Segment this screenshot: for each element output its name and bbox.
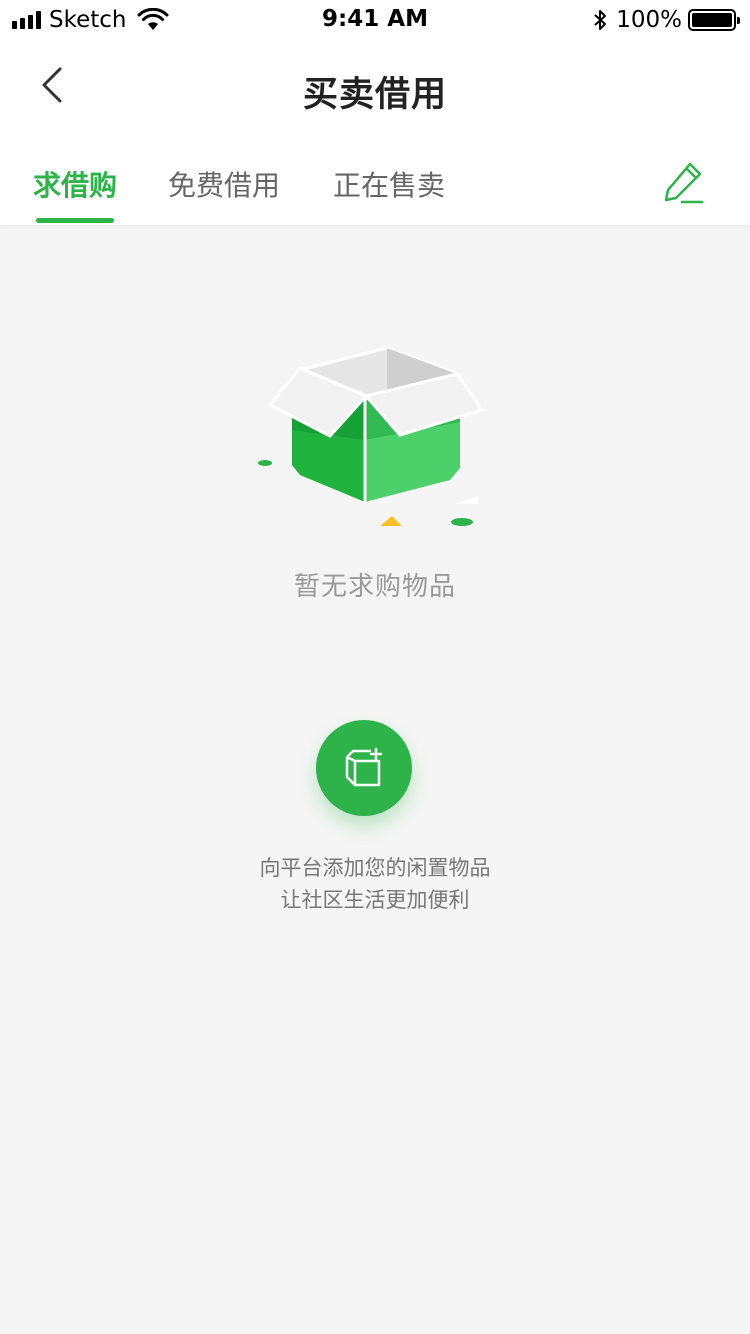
active-tab-indicator: [36, 218, 114, 223]
tab-bar: 求借购 免费借用 正在售卖: [0, 136, 750, 225]
open-box-icon: [258, 346, 485, 526]
tab-on-sale[interactable]: 正在售卖: [333, 164, 445, 224]
navigation-bar: 买卖借用: [0, 40, 750, 136]
edit-button[interactable]: [662, 160, 706, 208]
battery-icon: [688, 9, 740, 31]
status-right: 100%: [592, 7, 740, 33]
status-bar: Sketch 9:41 AM 100%: [0, 0, 750, 40]
tab-buy-borrow-request[interactable]: 求借购: [33, 164, 117, 224]
bluetooth-icon: [594, 10, 607, 30]
hint-line-1: 向平台添加您的闲置物品: [259, 856, 491, 880]
page-title: 买卖借用: [302, 75, 447, 115]
tab-free-borrow[interactable]: 免费借用: [168, 164, 280, 224]
box-add-icon: [345, 747, 383, 787]
hint-line-2: 让社区生活更加便利: [280, 888, 470, 912]
battery-percent: 100%: [616, 7, 682, 33]
pencil-icon: [664, 162, 704, 204]
add-item-button[interactable]: [316, 720, 412, 816]
empty-state-message: 暂无求购物品: [293, 572, 456, 602]
